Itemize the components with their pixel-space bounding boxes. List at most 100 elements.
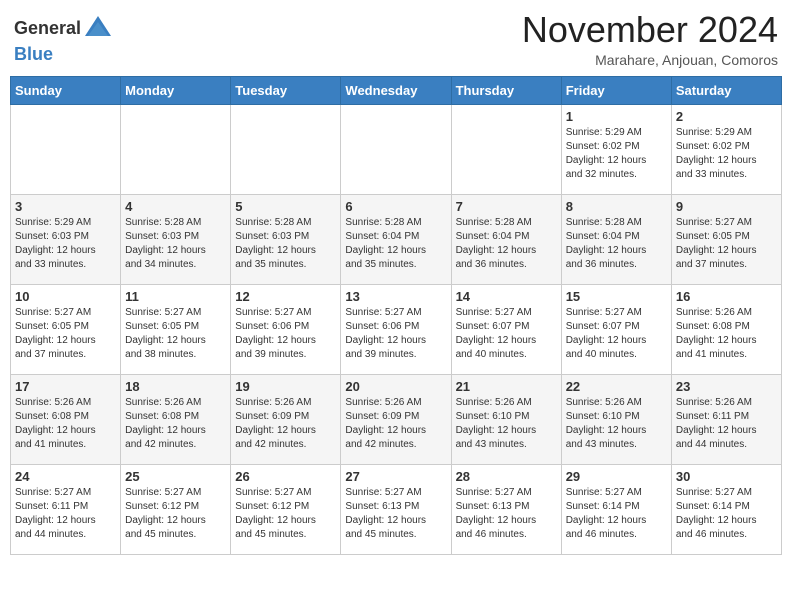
day-number: 4 [125,199,226,214]
day-number: 9 [676,199,777,214]
day-number: 20 [345,379,446,394]
day-number: 11 [125,289,226,304]
day-number: 1 [566,109,667,124]
day-info: Sunrise: 5:28 AM Sunset: 6:04 PM Dayligh… [456,216,557,272]
day-number: 12 [235,289,336,304]
calendar-table: SundayMondayTuesdayWednesdayThursdayFrid… [10,76,782,555]
calendar-cell: 9 Sunrise: 5:27 AM Sunset: 6:05 PM Daylig… [671,194,781,284]
day-number: 6 [345,199,446,214]
calendar-cell: 28 Sunrise: 5:27 AM Sunset: 6:13 PM Dayli… [451,464,561,554]
day-info: Sunrise: 5:26 AM Sunset: 6:10 PM Dayligh… [566,396,667,452]
calendar-cell: 15Sunrise: 5:27 AM Sunset: 6:07 PM Dayli… [561,284,671,374]
day-number: 2 [676,109,777,124]
day-info: Sunrise: 5:26 AM Sunset: 6:10 PM Dayligh… [456,396,557,452]
calendar-cell: 11 Sunrise: 5:27 AM Sunset: 6:05 PM Dayli… [121,284,231,374]
calendar-week-1: 1 Sunrise: 5:29 AM Sunset: 6:02 PM Daylig… [11,104,782,194]
day-info: Sunrise: 5:28 AM Sunset: 6:04 PM Dayligh… [345,216,446,272]
calendar-week-4: 17 Sunrise: 5:26 AM Sunset: 6:08 PM Dayli… [11,374,782,464]
day-info: Sunrise: 5:29 AM Sunset: 6:03 PM Dayligh… [15,216,116,272]
calendar-cell [231,104,341,194]
day-info: Sunrise: 5:27 AM Sunset: 6:14 PM Dayligh… [676,486,777,542]
day-info: Sunrise: 5:27 AM Sunset: 6:07 PM Dayligh… [566,306,667,362]
day-info: Sunrise: 5:28 AM Sunset: 6:03 PM Dayligh… [235,216,336,272]
day-info: Sunrise: 5:27 AM Sunset: 6:06 PM Dayligh… [345,306,446,362]
day-header-monday: Monday [121,76,231,104]
day-header-friday: Friday [561,76,671,104]
day-info: Sunrise: 5:27 AM Sunset: 6:12 PM Dayligh… [235,486,336,542]
calendar-cell: 30 Sunrise: 5:27 AM Sunset: 6:14 PM Dayli… [671,464,781,554]
day-number: 18 [125,379,226,394]
day-number: 30 [676,469,777,484]
day-number: 8 [566,199,667,214]
day-number: 19 [235,379,336,394]
calendar-cell [341,104,451,194]
day-number: 27 [345,469,446,484]
calendar-cell [451,104,561,194]
logo-general: General [14,18,81,38]
day-header-thursday: Thursday [451,76,561,104]
day-info: Sunrise: 5:27 AM Sunset: 6:07 PM Dayligh… [456,306,557,362]
day-info: Sunrise: 5:27 AM Sunset: 6:12 PM Dayligh… [125,486,226,542]
calendar-cell: 19 Sunrise: 5:26 AM Sunset: 6:09 PM Dayli… [231,374,341,464]
calendar-cell: 4Sunrise: 5:28 AM Sunset: 6:03 PM Daylig… [121,194,231,284]
calendar-cell: 3Sunrise: 5:29 AM Sunset: 6:03 PM Daylig… [11,194,121,284]
day-header-wednesday: Wednesday [341,76,451,104]
calendar-cell: 1 Sunrise: 5:29 AM Sunset: 6:02 PM Daylig… [561,104,671,194]
calendar-cell [11,104,121,194]
day-info: Sunrise: 5:26 AM Sunset: 6:11 PM Dayligh… [676,396,777,452]
day-info: Sunrise: 5:27 AM Sunset: 6:05 PM Dayligh… [15,306,116,362]
day-info: Sunrise: 5:27 AM Sunset: 6:13 PM Dayligh… [456,486,557,542]
day-number: 17 [15,379,116,394]
day-info: Sunrise: 5:26 AM Sunset: 6:09 PM Dayligh… [235,396,336,452]
day-number: 22 [566,379,667,394]
day-info: Sunrise: 5:29 AM Sunset: 6:02 PM Dayligh… [566,126,667,182]
day-info: Sunrise: 5:29 AM Sunset: 6:02 PM Dayligh… [676,126,777,182]
day-header-saturday: Saturday [671,76,781,104]
calendar-cell: 26 Sunrise: 5:27 AM Sunset: 6:12 PM Dayli… [231,464,341,554]
day-number: 26 [235,469,336,484]
day-info: Sunrise: 5:27 AM Sunset: 6:06 PM Dayligh… [235,306,336,362]
day-number: 16 [676,289,777,304]
calendar-cell: 22 Sunrise: 5:26 AM Sunset: 6:10 PM Dayli… [561,374,671,464]
day-info: Sunrise: 5:27 AM Sunset: 6:05 PM Dayligh… [676,216,777,272]
calendar-week-5: 24Sunrise: 5:27 AM Sunset: 6:11 PM Dayli… [11,464,782,554]
calendar-cell: 25 Sunrise: 5:27 AM Sunset: 6:12 PM Dayli… [121,464,231,554]
calendar-cell: 6 Sunrise: 5:28 AM Sunset: 6:04 PM Daylig… [341,194,451,284]
day-info: Sunrise: 5:26 AM Sunset: 6:08 PM Dayligh… [125,396,226,452]
calendar-cell: 7Sunrise: 5:28 AM Sunset: 6:04 PM Daylig… [451,194,561,284]
logo-icon [83,14,113,44]
calendar-cell: 27 Sunrise: 5:27 AM Sunset: 6:13 PM Dayli… [341,464,451,554]
day-number: 13 [345,289,446,304]
day-info: Sunrise: 5:27 AM Sunset: 6:05 PM Dayligh… [125,306,226,362]
day-info: Sunrise: 5:26 AM Sunset: 6:08 PM Dayligh… [15,396,116,452]
day-info: Sunrise: 5:27 AM Sunset: 6:14 PM Dayligh… [566,486,667,542]
day-info: Sunrise: 5:26 AM Sunset: 6:09 PM Dayligh… [345,396,446,452]
day-number: 23 [676,379,777,394]
logo: General Blue [14,14,113,66]
day-info: Sunrise: 5:28 AM Sunset: 6:04 PM Dayligh… [566,216,667,272]
day-number: 28 [456,469,557,484]
calendar-cell: 13 Sunrise: 5:27 AM Sunset: 6:06 PM Dayli… [341,284,451,374]
logo-blue: Blue [14,44,53,64]
title-block: November 2024 Marahare, Anjouan, Comoros [522,10,778,68]
calendar-cell: 20 Sunrise: 5:26 AM Sunset: 6:09 PM Dayli… [341,374,451,464]
day-header-tuesday: Tuesday [231,76,341,104]
calendar-cell: 10Sunrise: 5:27 AM Sunset: 6:05 PM Dayli… [11,284,121,374]
calendar-week-3: 10Sunrise: 5:27 AM Sunset: 6:05 PM Dayli… [11,284,782,374]
calendar-cell: 14 Sunrise: 5:27 AM Sunset: 6:07 PM Dayli… [451,284,561,374]
calendar-week-2: 3Sunrise: 5:29 AM Sunset: 6:03 PM Daylig… [11,194,782,284]
month-title: November 2024 [522,10,778,50]
day-number: 25 [125,469,226,484]
location: Marahare, Anjouan, Comoros [522,52,778,68]
day-number: 14 [456,289,557,304]
calendar-cell [121,104,231,194]
calendar-cell: 16 Sunrise: 5:26 AM Sunset: 6:08 PM Dayli… [671,284,781,374]
calendar-cell: 12 Sunrise: 5:27 AM Sunset: 6:06 PM Dayli… [231,284,341,374]
day-info: Sunrise: 5:27 AM Sunset: 6:13 PM Dayligh… [345,486,446,542]
calendar-cell: 17 Sunrise: 5:26 AM Sunset: 6:08 PM Dayli… [11,374,121,464]
day-info: Sunrise: 5:26 AM Sunset: 6:08 PM Dayligh… [676,306,777,362]
day-number: 24 [15,469,116,484]
calendar-cell: 5Sunrise: 5:28 AM Sunset: 6:03 PM Daylig… [231,194,341,284]
calendar-cell: 2 Sunrise: 5:29 AM Sunset: 6:02 PM Daylig… [671,104,781,194]
calendar-header-row: SundayMondayTuesdayWednesdayThursdayFrid… [11,76,782,104]
